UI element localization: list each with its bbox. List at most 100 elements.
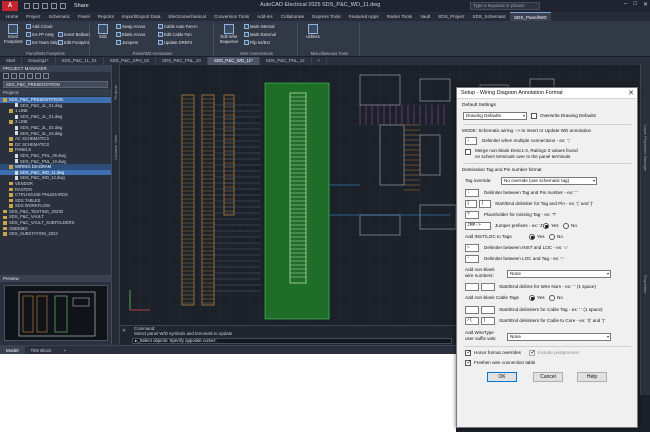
layer-properties-tab[interactable]: Layer Properties Manager [643,125,648,171]
start-delim-input[interactable]: ( [465,200,477,208]
wire-end-delim-input[interactable] [481,283,495,291]
mark-internal-button[interactable]: Mark Internal [244,24,274,29]
drawing-list-icon[interactable] [43,73,49,79]
cancel-button[interactable]: Cancel [533,372,563,382]
app-logo[interactable]: A [2,1,18,11]
ribbon-tab[interactable]: SDS_Panel/WD [509,12,551,21]
ribbon-tab[interactable]: Express Tools [308,12,345,21]
side-palette-strip[interactable]: Projects Location View [112,65,120,345]
defaults-combo[interactable]: Drawing Defaults ▾ [463,112,527,120]
tag-override-combo[interactable]: No override (use schematic tag) ▾ [501,177,597,185]
share-button[interactable]: Share [74,3,89,9]
command-input[interactable]: ▸_Select objects: Specify opposite corne… [132,338,452,344]
ribbon-tab[interactable]: Project [22,12,44,21]
ribbon-tab[interactable]: Schematic [45,12,74,21]
core-start-delim-input[interactable]: /( [465,317,479,325]
redo-icon[interactable] [60,3,66,9]
new-icon[interactable] [24,3,30,9]
ribbon-tab[interactable]: Add-ins [253,12,277,21]
jumper-yes-radio[interactable] [543,223,549,229]
ribbon-tab[interactable]: Featured Apps [345,12,383,21]
merge-values-checkbox[interactable] [465,149,471,155]
edit-wire-sequence-button[interactable]: Edit Wire Sequence [218,24,240,44]
location-view-tab[interactable]: Location View [113,135,118,160]
ins-team-strip-button[interactable]: Ins Team Strip [26,40,59,45]
ribbon-tab[interactable]: Reports [94,12,118,21]
placeholder-input[interactable]: ? [465,211,479,219]
ribbon-tab[interactable]: Home [2,12,22,21]
jumper-no-radio[interactable] [563,223,569,229]
ribbon-tab[interactable]: Import/Export Data [118,12,165,21]
save-icon[interactable] [42,3,48,9]
maximize-button[interactable]: □ [633,1,637,8]
ribbon-tab[interactable]: Conversion Tools [210,12,253,21]
wire-numbers-combo[interactable]: None ▾ [507,270,611,278]
add-circuit-button[interactable]: Add Circuit [26,24,52,29]
jumpers-button[interactable]: Jumpers [116,40,138,45]
delim-tag-pin-input[interactable]: : [465,189,479,197]
delim-inst-loc-input[interactable]: = [465,244,479,252]
delim-multi-input[interactable]: ; [465,137,477,145]
flip-int-ext-button[interactable]: Flip Int/Ext [244,40,270,45]
ribbon-tab[interactable]: Vault [416,12,434,21]
edit-cable-fan-button[interactable]: Edit Cable Fan [158,32,192,37]
document-tab[interactable]: SDS_P&C_PNL_10 [156,57,208,65]
document-tab[interactable]: SDS_P&C_SPH_02 [104,57,156,65]
right-palette-strip[interactable]: Layer Properties Manager Properties [640,65,650,395]
insert-footprints-button[interactable]: Insert Footprints [4,24,23,44]
delim-loc-tag-input[interactable]: - [465,255,479,263]
tree-folder[interactable]: SDS_SUBSTATION_2023 [0,231,111,237]
command-close-icon[interactable]: ✕ [122,328,126,334]
properties-tab[interactable]: Properties [643,275,648,293]
ribbon-tab[interactable]: Collaborate [277,12,309,21]
cable-start-delim-input[interactable] [465,306,479,314]
new-project-icon[interactable] [11,73,17,79]
document-tab[interactable]: SDS_P&C_WD_11* [207,57,260,65]
document-tab[interactable]: + [312,57,328,65]
wiretype-combo[interactable]: None ▾ [507,333,611,341]
utilities-button[interactable]: Utilities [304,24,322,40]
freshen-table-checkbox[interactable] [465,359,472,366]
inst-loc-yes-radio[interactable] [529,234,535,240]
project-select[interactable]: SDS_P&C_PRESENTATION [3,81,108,88]
ribbon-tab[interactable]: Panel [74,12,94,21]
ribbon-tab[interactable]: Electromechanical [164,12,210,21]
ok-button[interactable]: OK [487,372,517,382]
refresh-icon[interactable] [27,73,33,79]
undo-icon[interactable] [51,3,57,9]
ins-fp-assy-button[interactable]: Ins FP Assy [26,32,54,37]
open-project-icon[interactable] [3,73,9,79]
cable-auto-fan-button[interactable]: Cable Auto Fan-in [158,24,198,29]
core-end-delim-input[interactable]: ) [481,317,495,325]
new-drawing-icon[interactable] [19,73,25,79]
minimize-button[interactable]: – [624,1,627,8]
help-button[interactable]: Help [577,372,607,382]
honor-overrides-checkbox[interactable] [465,349,472,356]
ribbon-tab[interactable]: SDS_Schematic [469,12,510,21]
mark-external-button[interactable]: Mark External [244,32,276,37]
swap-annos-button[interactable]: Swap Annos [116,24,145,29]
cable-no-radio[interactable] [549,295,555,301]
wire-start-delim-input[interactable] [465,283,479,291]
edit-button[interactable]: Edit [94,24,112,40]
document-tab[interactable]: Drawing1* [22,57,56,65]
search-input[interactable]: Type a keyword or phrase [470,2,540,10]
ribbon-tab[interactable]: SDS_Project [434,12,468,21]
ribbon-tab[interactable]: Raster Tools [383,12,416,21]
update-drefs-button[interactable]: Update DREFs [158,40,192,45]
overwrite-defaults-checkbox[interactable] [531,113,537,119]
close-window-button[interactable]: ✕ [643,1,648,8]
project-properties-icon[interactable] [35,73,41,79]
inst-loc-no-radio[interactable] [549,234,555,240]
include-postprocess-checkbox[interactable] [529,349,536,356]
insert-balloon-button[interactable]: Insert Balloon [58,32,90,37]
document-tab[interactable]: Start [0,57,23,65]
document-tab[interactable]: SDS_P&C_PNL_12 [260,57,312,65]
edit-footprint-button[interactable]: Edit Footprint [58,40,89,45]
projects-tab[interactable]: Projects [113,85,118,99]
blank-annos-button[interactable]: Blank Annos [116,32,145,37]
dialog-close-icon[interactable]: ✕ [628,88,634,99]
jumper-prefix-input[interactable]: JMP-> [465,222,491,230]
end-delim-input[interactable]: ) [479,200,491,208]
cable-end-delim-input[interactable] [481,306,495,314]
